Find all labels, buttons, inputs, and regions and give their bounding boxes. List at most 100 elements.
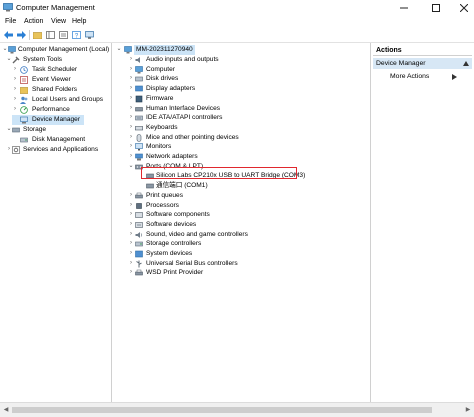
tree-item-shared-folders[interactable]: › Shared Folders [12, 85, 110, 95]
more-actions-link[interactable]: More Actions [390, 71, 457, 82]
tree-item-device-manager[interactable]: Device Manager [12, 115, 84, 125]
tree-item-local-users[interactable]: › Local Users and Groups [12, 95, 110, 105]
expand-icon[interactable]: › [128, 249, 134, 259]
forward-button[interactable] [16, 30, 27, 40]
expand-icon[interactable]: › [128, 142, 134, 152]
expand-icon[interactable]: › [128, 220, 134, 230]
ide-controller-icon [135, 115, 143, 121]
expand-icon[interactable]: › [128, 113, 134, 123]
tree-item-system-tools[interactable]: ⌄ System Tools [6, 55, 110, 65]
device-category[interactable]: › Sound, video and game controllers [128, 230, 358, 240]
expand-icon[interactable]: › [128, 84, 134, 94]
expand-icon[interactable]: › [128, 239, 134, 249]
help-button[interactable]: ? [71, 30, 82, 40]
device-category[interactable]: › Network adapters [128, 152, 358, 162]
menu-help[interactable]: Help [72, 17, 86, 27]
expand-icon[interactable]: › [128, 230, 134, 240]
tree-item-performance[interactable]: › Performance [12, 105, 110, 115]
device-tree-root[interactable]: ⌄ MM-202311270940 [116, 45, 216, 55]
expand-icon[interactable]: › [128, 74, 134, 84]
expand-icon[interactable]: › [128, 133, 134, 143]
expand-icon[interactable]: › [128, 123, 134, 133]
menu-file[interactable]: File [5, 17, 16, 27]
expand-icon[interactable]: › [128, 152, 134, 162]
hid-icon [135, 106, 143, 111]
device-category[interactable]: › Software devices [128, 220, 358, 230]
monitor-icon [135, 143, 143, 151]
device-manager-icon [20, 116, 28, 124]
device-category[interactable]: › Display adapters [128, 84, 358, 94]
tree-item-storage[interactable]: ⌄ Storage [6, 125, 110, 135]
device-category[interactable]: › WSD Print Provider [128, 268, 358, 278]
device-tree: ⌄ MM-202311270940 › Audio inputs and out… [112, 43, 371, 402]
maximize-button[interactable] [426, 0, 446, 16]
software-component-icon [135, 212, 143, 218]
device-category[interactable]: › Human Interface Devices [128, 104, 358, 114]
expand-icon[interactable]: › [128, 201, 134, 211]
network-adapter-icon [135, 153, 143, 161]
expand-icon[interactable]: › [12, 105, 18, 115]
expand-icon[interactable]: › [128, 210, 134, 220]
device-category[interactable]: › Audio inputs and outputs [128, 55, 358, 65]
show-hide-tree-button[interactable] [45, 30, 56, 40]
expand-icon[interactable]: › [128, 55, 134, 65]
device-category[interactable]: › Software components [128, 210, 358, 220]
print-provider-icon [135, 270, 143, 276]
properties-button[interactable] [58, 30, 69, 40]
expand-icon[interactable]: › [128, 259, 134, 269]
actions-section-device-manager[interactable]: Device Manager [373, 58, 472, 69]
tree-item-disk-management[interactable]: Disk Management [12, 135, 110, 145]
collapse-up-icon[interactable] [463, 61, 469, 66]
title-bar: Computer Management [0, 0, 474, 16]
tree-item-computer-management[interactable]: ⌄ Computer Management (Local) [2, 45, 110, 55]
device-category[interactable]: › Mice and other pointing devices [128, 133, 358, 143]
toolbar: ? [0, 28, 474, 43]
sound-icon [135, 231, 143, 238]
collapse-icon[interactable]: ⌄ [128, 162, 134, 172]
clock-icon [20, 66, 28, 74]
device-category[interactable]: › Disk drives [128, 74, 358, 84]
expand-icon[interactable]: › [12, 75, 18, 85]
device-category[interactable]: › Computer [128, 65, 358, 75]
device-category[interactable]: › Monitors [128, 142, 358, 152]
disk-icon [20, 137, 28, 143]
device-category[interactable]: › Universal Serial Bus controllers [128, 259, 358, 269]
expand-icon[interactable]: › [128, 94, 134, 104]
expand-icon[interactable]: › [128, 191, 134, 201]
close-button[interactable] [454, 0, 474, 16]
scroll-right-icon[interactable]: ▶ [464, 406, 472, 414]
up-one-level-button[interactable] [32, 30, 43, 40]
expand-icon[interactable]: › [128, 104, 134, 114]
maximize-icon [432, 4, 440, 12]
device-category[interactable]: › System devices [128, 249, 358, 259]
scrollbar-thumb[interactable] [12, 407, 432, 413]
back-button[interactable] [3, 30, 14, 40]
device-category[interactable]: › IDE ATA/ATAPI controllers [128, 113, 358, 123]
device-category[interactable]: › Print queues [128, 191, 358, 201]
device-category[interactable]: › Storage controllers [128, 239, 358, 249]
tree-item-event-viewer[interactable]: › Event Viewer [12, 75, 110, 85]
horizontal-scrollbar[interactable]: ◀ ▶ [0, 402, 474, 417]
collapse-icon[interactable]: ⌄ [116, 45, 122, 55]
menu-action[interactable]: Action [24, 17, 43, 27]
tools-icon [12, 56, 20, 64]
device-category[interactable]: › Firmware [128, 94, 358, 104]
highlight-box [141, 167, 297, 179]
menu-view[interactable]: View [51, 17, 66, 27]
expand-icon[interactable]: › [12, 85, 18, 95]
expand-icon[interactable]: › [128, 65, 134, 75]
back-arrow-icon [4, 31, 13, 39]
window-title: Computer Management [16, 3, 95, 12]
device-category[interactable]: › Keyboards [128, 123, 358, 133]
expand-icon[interactable]: › [12, 95, 18, 105]
expand-icon[interactable]: › [12, 65, 18, 75]
expand-icon[interactable]: › [128, 268, 134, 278]
tree-item-services-apps[interactable]: › Services and Applications [6, 145, 110, 155]
tree-item-task-scheduler[interactable]: › Task Scheduler [12, 65, 110, 75]
keyboard-icon [135, 126, 143, 131]
minimize-button[interactable] [394, 0, 414, 16]
scroll-left-icon[interactable]: ◀ [2, 406, 10, 414]
device-category[interactable]: › Processors [128, 201, 358, 211]
monitor-button[interactable] [84, 30, 95, 40]
device-communication-port[interactable]: 通信端口 (COM1) [146, 181, 326, 191]
